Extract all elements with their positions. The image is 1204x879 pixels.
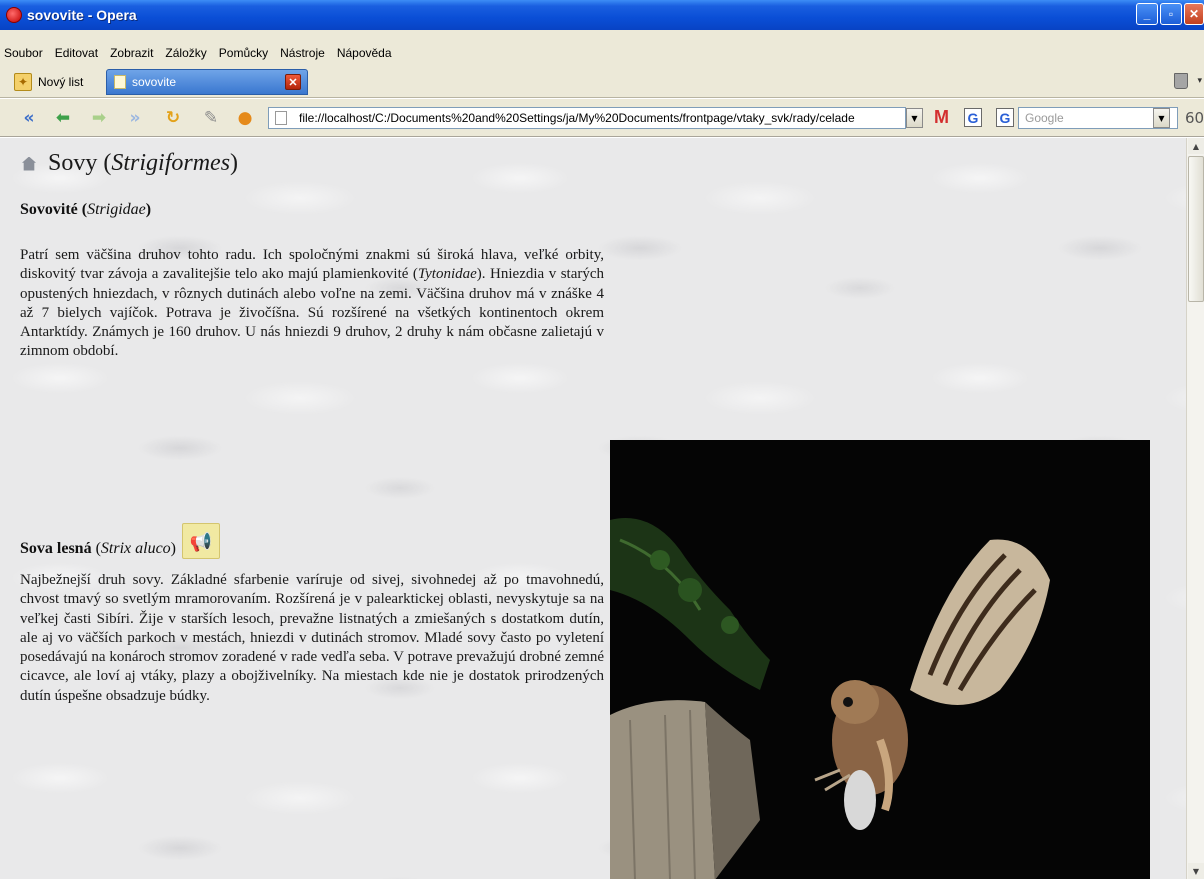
species-name: Sova lesná [20,540,92,557]
wand-icon[interactable]: ● [234,107,256,129]
maximize-button[interactable]: ▫ [1160,3,1182,25]
home-icon[interactable] [22,156,36,171]
order-latin-name: Strigiformes [111,150,231,176]
family-latin-name: Strigidae [87,201,146,218]
tab-label: sovovite [132,75,177,89]
species-description: Najbežnejší druh sovy. Základné sfarbeni… [20,572,604,704]
edit-pencil-icon[interactable]: ✎ [200,107,222,129]
menu-bookmarks[interactable]: Záložky [159,46,212,60]
minimize-button[interactable]: _ [1136,3,1158,25]
menu-tools-widgets[interactable]: Pomůcky [213,46,274,60]
page-icon [114,75,126,89]
new-tab-icon: ✦ [14,73,32,91]
menu-bar: Soubor Editovat Zobrazit Záložky Pomůcky… [0,30,1204,64]
menu-help[interactable]: Nápověda [331,46,398,60]
tab-sovovite[interactable]: sovovite ✕ [106,69,308,95]
zoom-glasses-icon[interactable]: 60 [1185,109,1204,127]
address-bar[interactable]: file://localhost/C:/Documents%20and%20Se… [268,107,906,129]
family-description: Patrí sem väčšina druhov tohto radu. Ich… [20,247,605,360]
scrollbar-thumb[interactable] [1188,156,1204,302]
species-heading: Sova lesná (Strix aluco) 📢 [20,523,220,567]
menu-tools[interactable]: Nástroje [274,46,331,60]
family-name: Sovovité [20,201,78,218]
google-search-engine-icon[interactable]: G [996,108,1014,127]
reload-icon[interactable]: ↻ [162,107,184,129]
back-arrow-icon[interactable]: ⬅ [52,107,74,129]
menu-view[interactable]: Zobrazit [104,46,159,60]
new-tab-label: Nový list [38,75,84,89]
trash-dropdown-icon[interactable]: ▾ [1197,76,1202,86]
google-bookmark-icon[interactable]: G [964,108,982,127]
trash-can-icon[interactable] [1174,73,1188,89]
window-title: sovovite - Opera [27,7,137,23]
family-heading: Sovovité (Strigidae) [20,201,152,218]
gmail-icon[interactable]: M [934,107,949,128]
menu-file[interactable]: Soubor [0,46,49,60]
window-title-bar: sovovite - Opera _ ▫ ✕ [0,0,1204,30]
tytonidae-latin: Tytonidae [417,266,477,283]
tawny-owl-photo [610,440,1150,879]
page-title: Sovy (Strigiformes) [22,150,238,177]
new-tab-button[interactable]: ✦ Nový list [14,70,83,94]
vertical-scrollbar[interactable]: ▲ ▼ [1186,138,1204,879]
forward-arrow-icon[interactable]: ➡ [88,107,110,129]
opera-logo-icon [6,7,22,23]
close-button[interactable]: ✕ [1184,3,1204,25]
order-name: Sovy [48,150,98,176]
species-latin-name: Strix aluco [100,540,171,557]
tab-bar: ✦ Nový list sovovite ✕ ▾ [0,64,1204,98]
menu-edit[interactable]: Editovat [49,46,104,60]
fast-forward-icon[interactable]: » [124,107,146,129]
scroll-up-icon[interactable]: ▲ [1188,138,1204,154]
scroll-down-icon[interactable]: ▼ [1188,863,1204,879]
search-dropdown-icon[interactable]: ▼ [1153,108,1170,128]
address-text: file://localhost/C:/Documents%20and%20Se… [299,111,855,125]
speaker-icon[interactable]: 📢 [182,523,220,559]
address-dropdown-icon[interactable]: ▼ [906,108,923,128]
page-viewport: Sovy (Strigiformes) Sovovité (Strigidae)… [0,138,1186,879]
tab-close-icon[interactable]: ✕ [285,74,301,90]
window-controls: _ ▫ ✕ [1136,3,1204,25]
navigation-toolbar: « ⬅ ➡ » ↻ ✎ ● file://localhost/C:/Docume… [0,99,1204,137]
rewind-icon[interactable]: « [18,107,40,129]
page-icon [275,111,287,125]
